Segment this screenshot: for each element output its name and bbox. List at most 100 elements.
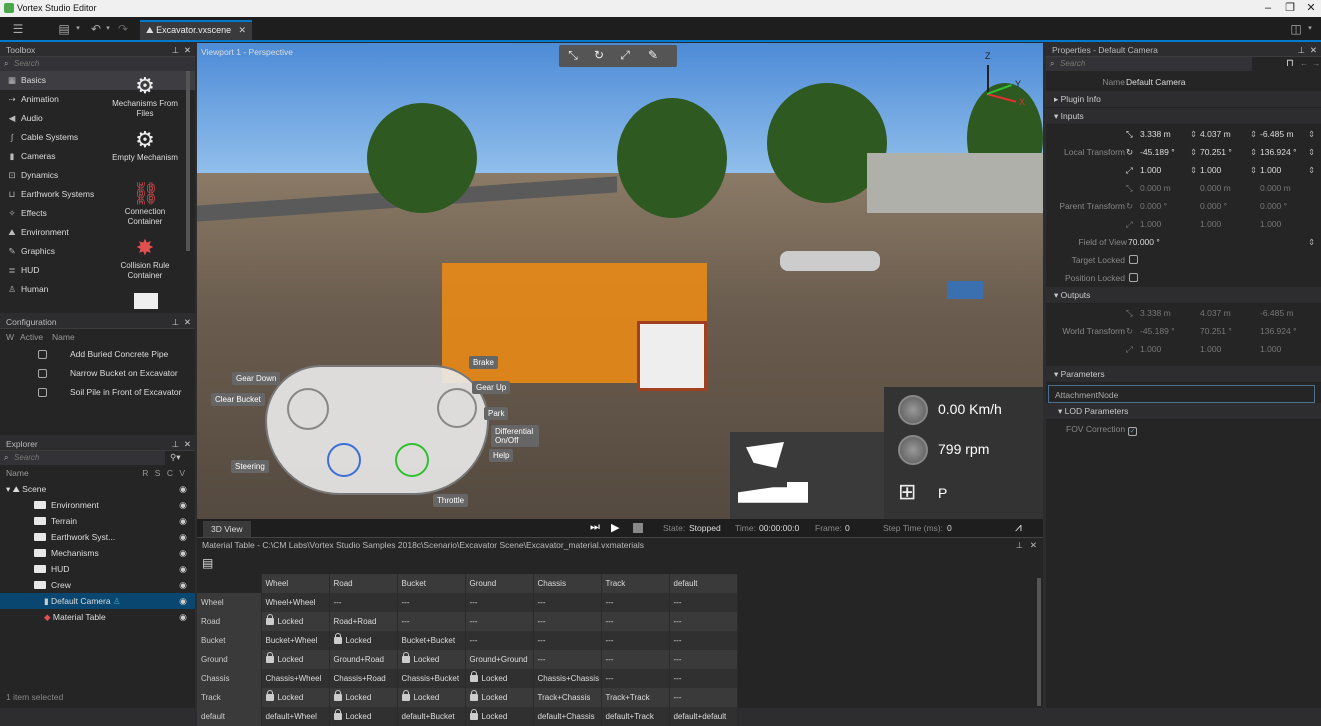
minimize-button[interactable]: – xyxy=(1257,1,1279,16)
eye-icon[interactable]: ◉ xyxy=(179,577,187,593)
transform-value[interactable]: 4.037 m xyxy=(1200,125,1231,143)
graph-icon[interactable]: ⩘ xyxy=(1015,520,1022,535)
column-header[interactable]: Ground xyxy=(465,574,534,593)
table-cell[interactable]: --- xyxy=(329,593,398,612)
pin-icon[interactable]: ⊥ xyxy=(172,315,179,329)
save-icon[interactable]: ▤ xyxy=(197,552,1043,574)
eye-icon[interactable]: ◉ xyxy=(179,529,187,545)
table-cell[interactable]: Locked xyxy=(329,631,398,650)
close-icon[interactable]: ✕ xyxy=(184,43,191,57)
toolbox-scrollbar[interactable] xyxy=(186,71,190,251)
table-cell[interactable]: --- xyxy=(669,688,738,707)
undo-dropdown-icon[interactable]: ▾ xyxy=(100,21,116,37)
toolbox-item-connection-container[interactable]: ⛓ Connection Container xyxy=(110,183,180,227)
table-cell[interactable]: default+Chassis xyxy=(533,707,602,726)
eye-icon[interactable]: ◉ xyxy=(179,561,187,577)
column-header[interactable]: default xyxy=(669,574,738,593)
menu-hamburger-icon[interactable]: ☰ xyxy=(10,21,26,37)
pin-icon[interactable]: ⊥ xyxy=(172,437,179,451)
table-cell[interactable]: Locked xyxy=(261,650,330,669)
spinner-icon[interactable]: ⇕ xyxy=(1308,143,1315,161)
table-cell[interactable]: --- xyxy=(533,612,602,631)
spinner-icon[interactable]: ⇕ xyxy=(1190,125,1197,143)
toolbox-search-input[interactable]: Search xyxy=(0,57,195,71)
toolbox-item-mechanisms-from-files[interactable]: ⚙ Mechanisms From Files xyxy=(110,75,180,119)
tree-item-material-table[interactable]: ◆ Material Table ◉ xyxy=(0,609,195,625)
table-cell[interactable]: Locked xyxy=(329,707,398,726)
spinner-icon[interactable]: ⇕ xyxy=(1190,143,1197,161)
row-header[interactable]: Chassis xyxy=(197,669,262,688)
spinner-icon[interactable]: ⇕ xyxy=(1308,125,1315,143)
table-cell[interactable]: default+Bucket xyxy=(397,707,466,726)
attachment-node-field[interactable]: AttachmentNode xyxy=(1048,385,1315,403)
table-cell[interactable]: Wheel+Wheel xyxy=(261,593,330,612)
tab-close-icon[interactable]: ✕ xyxy=(238,22,246,39)
spinner-icon[interactable]: ⇕ xyxy=(1250,161,1257,179)
eye-icon[interactable]: ◉ xyxy=(179,609,187,625)
config-row[interactable]: Add Buried Concrete Pipe xyxy=(0,345,195,364)
table-cell[interactable]: --- xyxy=(533,593,602,612)
spinner-icon[interactable]: ⇕ xyxy=(1190,161,1197,179)
transform-value[interactable]: 3.338 m xyxy=(1140,125,1171,143)
stop-icon[interactable] xyxy=(633,523,643,533)
row-header[interactable]: Road xyxy=(197,612,262,631)
table-cell[interactable]: Chassis+Chassis xyxy=(533,669,602,688)
table-cell[interactable]: --- xyxy=(601,650,670,669)
table-cell[interactable]: Locked xyxy=(465,707,534,726)
close-icon[interactable]: ✕ xyxy=(1310,43,1317,57)
active-checkbox[interactable] xyxy=(38,388,47,397)
fov-value[interactable]: 70.000 ° xyxy=(1128,233,1160,251)
table-cell[interactable]: --- xyxy=(669,593,738,612)
spinner-icon[interactable]: ⇕ xyxy=(1250,125,1257,143)
scale-icon[interactable]: ⤢ xyxy=(615,48,635,63)
spinner-icon[interactable]: ⇕ xyxy=(1308,161,1315,179)
table-cell[interactable]: Chassis+Road xyxy=(329,669,398,688)
eye-icon[interactable]: ◉ xyxy=(179,497,187,513)
step-forward-icon[interactable]: ⏭ xyxy=(590,521,600,534)
eye-icon[interactable]: ◉ xyxy=(179,481,187,497)
filter-icon[interactable]: ⚲▾ xyxy=(170,452,181,463)
table-cell[interactable]: --- xyxy=(669,650,738,669)
table-cell[interactable]: Bucket+Wheel xyxy=(261,631,330,650)
toolbox-item-empty-mechanism[interactable]: ⚙ Empty Mechanism xyxy=(110,129,180,163)
table-scrollbar[interactable] xyxy=(1037,578,1041,706)
close-icon[interactable]: ✕ xyxy=(184,437,191,451)
save-dropdown-icon[interactable]: ▾ xyxy=(70,21,86,37)
table-cell[interactable]: Road+Road xyxy=(329,612,398,631)
row-header[interactable]: Track xyxy=(197,688,262,707)
tree-item-terrain[interactable]: Terrain ◉ xyxy=(0,513,195,529)
table-cell[interactable]: --- xyxy=(669,669,738,688)
column-header[interactable]: Bucket xyxy=(397,574,466,593)
eye-icon[interactable]: ◉ xyxy=(179,545,187,561)
column-header[interactable]: Track xyxy=(601,574,670,593)
config-row[interactable]: Narrow Bucket on Excavator xyxy=(0,364,195,383)
layout-dropdown-icon[interactable]: ▾ xyxy=(1302,21,1318,37)
table-cell[interactable]: Locked xyxy=(261,612,330,631)
close-icon[interactable]: ✕ xyxy=(184,315,191,329)
table-cell[interactable]: Bucket+Bucket xyxy=(397,631,466,650)
properties-search-input[interactable]: Search xyxy=(1046,57,1252,71)
row-header[interactable]: Wheel xyxy=(197,593,262,612)
column-header[interactable]: Road xyxy=(329,574,398,593)
fov-correction-checkbox[interactable]: ✓ xyxy=(1128,427,1138,436)
table-cell[interactable]: Locked xyxy=(465,688,534,707)
table-cell[interactable]: Track+Chassis xyxy=(533,688,602,707)
explorer-search-input[interactable]: Search xyxy=(0,451,165,465)
table-cell[interactable]: default+Wheel xyxy=(261,707,330,726)
active-checkbox[interactable] xyxy=(38,369,47,378)
table-cell[interactable]: Locked xyxy=(261,688,330,707)
table-cell[interactable]: --- xyxy=(601,612,670,631)
back-arrow-icon[interactable]: ← xyxy=(1300,58,1309,68)
spinner-icon[interactable]: ⇕ xyxy=(1308,233,1315,251)
table-cell[interactable]: Ground+Road xyxy=(329,650,398,669)
section-outputs[interactable]: ▾ Outputs xyxy=(1046,287,1321,304)
tree-item-hud[interactable]: HUD ◉ xyxy=(0,561,195,577)
transform-value[interactable]: -6.485 m xyxy=(1260,125,1294,143)
table-cell[interactable]: --- xyxy=(397,593,466,612)
pin-icon[interactable]: ⊥ xyxy=(1298,43,1305,57)
pin-icon[interactable]: ⊥ xyxy=(1016,538,1023,552)
row-header[interactable]: Bucket xyxy=(197,631,262,650)
table-cell[interactable]: --- xyxy=(465,631,534,650)
redo-icon[interactable]: ↷ xyxy=(115,21,131,37)
config-row[interactable]: Soil Pile in Front of Excavator xyxy=(0,383,195,402)
